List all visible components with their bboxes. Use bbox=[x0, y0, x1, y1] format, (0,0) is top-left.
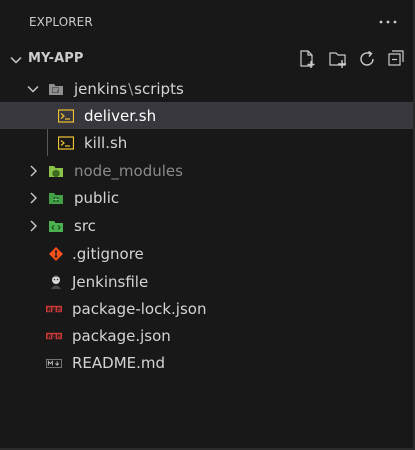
npm-icon bbox=[46, 305, 62, 313]
explorer-title: EXPLORER bbox=[29, 15, 93, 29]
file-label: .gitignore bbox=[72, 245, 144, 263]
folder-label-scripts: scripts bbox=[134, 80, 184, 98]
tree-file-jenkinsfile[interactable]: Jenkinsfile bbox=[0, 268, 413, 295]
collapse-all-icon[interactable] bbox=[385, 48, 407, 70]
tree-folder-src[interactable]: src bbox=[0, 212, 413, 239]
folder-icon bbox=[49, 84, 63, 95]
npm-icon bbox=[46, 332, 62, 340]
workspace-section-header[interactable]: MY-APP bbox=[0, 47, 413, 72]
file-label: kill.sh bbox=[84, 134, 128, 152]
folder-label: public bbox=[74, 189, 120, 207]
markdown-icon bbox=[46, 359, 62, 368]
chevron-right-icon bbox=[30, 192, 37, 204]
git-icon bbox=[49, 247, 63, 261]
file-label: README.md bbox=[72, 354, 166, 372]
shell-terminal-icon bbox=[58, 136, 74, 150]
tree-file-deliver-sh[interactable]: deliver.sh bbox=[0, 102, 413, 129]
file-label: Jenkinsfile bbox=[72, 273, 149, 291]
refresh-icon[interactable] bbox=[356, 48, 378, 70]
chevron-right-icon bbox=[30, 220, 37, 232]
src-folder-icon bbox=[49, 221, 63, 232]
workspace-name: MY-APP bbox=[28, 51, 84, 66]
tree-folder-node-modules[interactable]: node_modules bbox=[0, 157, 413, 184]
file-label: package-lock.json bbox=[72, 300, 207, 318]
file-label: deliver.sh bbox=[84, 107, 157, 125]
chevron-down-icon bbox=[10, 56, 22, 64]
chevron-right-icon bbox=[30, 165, 37, 177]
tree-file-kill-sh[interactable]: kill.sh bbox=[0, 129, 413, 156]
folder-label: node_modules bbox=[74, 162, 183, 180]
more-ellipsis-icon[interactable] bbox=[376, 10, 400, 34]
explorer-panel: EXPLORER MY-APP jenkins\scripts deliver.… bbox=[0, 0, 415, 450]
jenkins-icon bbox=[51, 275, 61, 289]
folder-label-jenkins: jenkins bbox=[74, 80, 128, 98]
chevron-down-icon bbox=[27, 86, 39, 93]
tree-file-readme-md[interactable]: README.md bbox=[0, 349, 413, 376]
node-folder-icon bbox=[49, 166, 63, 178]
tree-file-package-lock-json[interactable]: package-lock.json bbox=[0, 295, 413, 322]
folder-label: src bbox=[74, 217, 96, 235]
tree-file-gitignore[interactable]: .gitignore bbox=[0, 240, 413, 267]
shell-terminal-icon bbox=[58, 109, 74, 123]
new-file-icon[interactable] bbox=[296, 48, 318, 70]
tree-folder-jenkins-scripts[interactable]: jenkins\scripts bbox=[0, 75, 413, 102]
public-folder-icon bbox=[49, 193, 63, 204]
new-folder-icon[interactable] bbox=[327, 48, 349, 70]
tree-file-package-json[interactable]: package.json bbox=[0, 322, 413, 349]
path-separator: \ bbox=[128, 80, 134, 98]
explorer-header: EXPLORER bbox=[0, 0, 413, 48]
file-label: package.json bbox=[72, 327, 171, 345]
tree-folder-public[interactable]: public bbox=[0, 184, 413, 211]
